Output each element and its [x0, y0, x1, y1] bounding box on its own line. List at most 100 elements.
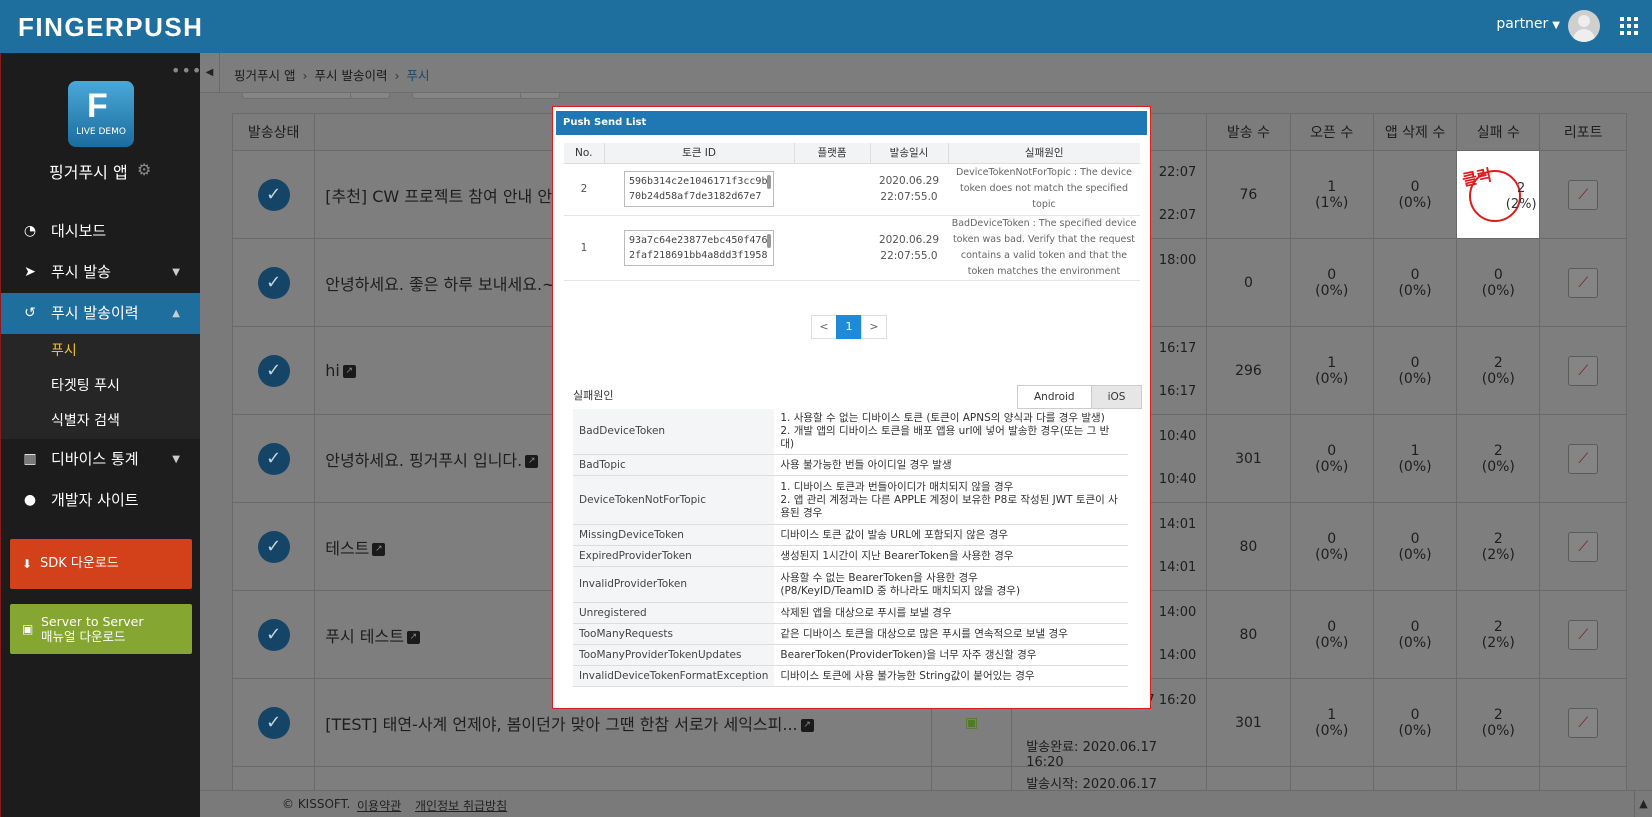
open-count: 1 (0%) — [1289, 678, 1374, 767]
chevron-up-icon: ▲ — [172, 308, 180, 319]
more-dots-icon[interactable]: ••• — [171, 61, 202, 80]
column-header: 실패 수 — [1456, 113, 1541, 151]
external-link-icon: ↗ — [342, 365, 356, 378]
filter-button[interactable] — [520, 93, 560, 99]
filter-input[interactable] — [242, 93, 352, 99]
fail-reason-description: 사용할 수 없는 BearerToken을 사용한 경우 (P8/KeyID/T… — [774, 566, 1128, 603]
breadcrumb-item[interactable]: 핑거푸시 앱 — [234, 68, 295, 83]
next-page-button[interactable]: > — [861, 315, 887, 339]
app-logo: F LIVE DEMO — [68, 81, 134, 147]
footer: © KISSOFT. 이용약관 개인정보 취급방침 ▲ — [200, 790, 1652, 817]
sidebar-item-dashboard[interactable]: ◔ 대시보드 — [1, 211, 200, 252]
fail-reason-description: 같은 디바이스 토큰을 대상으로 많은 푸시를 연속적으로 보낼 경우 — [774, 623, 1128, 645]
page-button-current[interactable]: 1 — [836, 315, 862, 339]
fail-reason-code: InvalidProviderToken — [573, 566, 775, 603]
fail-reason-description: 생성된지 1시간이 지난 BearerToken을 사용한 경우 — [774, 545, 1128, 567]
report-chart-icon[interactable]: ⟋ — [1568, 443, 1599, 474]
sidebar-item-developer[interactable]: ● 개발자 사이트 — [1, 480, 200, 521]
report-chart-icon[interactable]: ⟋ — [1568, 267, 1599, 298]
report-chart-icon[interactable]: ⟋ — [1568, 707, 1599, 738]
tab-android[interactable]: Android — [1017, 385, 1092, 409]
sent-count: 301 — [1206, 414, 1291, 503]
fail-reason-row: TooManyProviderTokenUpdates BearerToken(P… — [573, 644, 1128, 666]
avatar[interactable] — [1568, 10, 1600, 42]
delete-count: 0 (0%) — [1372, 150, 1458, 239]
table-row: 2 596b314c2e1046171f3cc9b70b24d58af7de31… — [564, 163, 1140, 216]
fail-reason-row: BadDeviceToken 1. 사용할 수 없는 디바이스 토큰 (토큰이 A… — [573, 409, 1128, 455]
sdk-download-button[interactable]: ⬇ SDK 다운로드 — [10, 539, 192, 589]
breadcrumb-current: 푸시 — [406, 68, 430, 83]
save-icon: ▣ — [22, 622, 34, 636]
fail-reason-row: DeviceTokenNotForTopic 1. 디바이스 토큰과 번들아이디가… — [573, 475, 1128, 525]
pagination: < 1 > — [811, 315, 887, 339]
apps-grid-icon[interactable] — [1620, 17, 1638, 35]
user-menu[interactable]: partner ▼ — [1496, 16, 1560, 32]
fail-count-cell[interactable]: 클릭 2 (2%) — [1456, 150, 1541, 239]
send-datetime: 2020.06.29 22:07:55.0 — [870, 215, 948, 281]
brand-logo[interactable]: FINGERPUSH — [18, 12, 203, 43]
sidebar-item-label: 푸시 발송이력 — [51, 304, 139, 322]
table-row[interactable]: 발송시작: 2020.06.17 16:20 — [231, 766, 1627, 790]
prev-page-button[interactable]: < — [811, 315, 837, 339]
privacy-link[interactable]: 개인정보 취급방침 — [415, 797, 507, 814]
column-header: No. — [564, 143, 604, 164]
row-number: 1 — [564, 215, 604, 281]
fail-reason-code: TooManyRequests — [573, 623, 775, 645]
check-icon: ✓ — [257, 178, 290, 211]
fail-count[interactable]: 0 (0%) — [1456, 238, 1541, 327]
table-header: No. 토큰 ID 플랫폼 발송일시 실패원인 — [564, 143, 1140, 164]
open-count: 0 (0%) — [1289, 590, 1374, 679]
token-id-field[interactable]: 596b314c2e1046171f3cc9b70b24d58af7de3182… — [624, 171, 774, 207]
push-send-table: No. 토큰 ID 플랫폼 발송일시 실패원인 2 596b314c2e1046… — [564, 143, 1140, 281]
sidebar-item-push-send[interactable]: ➤ 푸시 발송 ▼ — [1, 252, 200, 293]
report-chart-icon[interactable]: ⟋ — [1568, 531, 1599, 562]
fail-reason-code: MissingDeviceToken — [573, 524, 775, 546]
fail-reason-code: InvalidDeviceTokenFormatException — [573, 665, 775, 687]
fail-count[interactable]: 2 (0%) — [1456, 326, 1541, 415]
token-id-field[interactable]: 93a7c64e23877ebc450f4762faf218691bb4a8dd… — [624, 229, 774, 266]
fail-count[interactable]: 2 (0%) — [1456, 678, 1541, 767]
sidebar-item-device-stats[interactable]: ▥ 디바이스 통계 ▼ — [1, 439, 200, 480]
sidebar-subitem-push[interactable]: 푸시 — [1, 334, 200, 369]
fail-reason-code: TooManyProviderTokenUpdates — [573, 644, 775, 666]
column-header: 플랫폼 — [793, 143, 870, 164]
check-icon: ✓ — [257, 266, 290, 299]
logo-label: LIVE DEMO — [76, 127, 126, 137]
fail-reason-description: 1. 사용할 수 없는 디바이스 토큰 (토큰이 APNS의 양식과 다를 경우… — [774, 409, 1128, 455]
sidebar-item-push-history[interactable]: ↺ 푸시 발송이력 ▲ — [1, 293, 200, 334]
sidebar-item-label: 푸시 발송 — [51, 263, 111, 281]
sidebar-subitem-identifier[interactable]: 식별자 검색 — [1, 404, 200, 439]
fail-count-value[interactable]: 2 (2%) — [1495, 181, 1547, 213]
breadcrumb: 핑거푸시 앱 › 푸시 발송이력 › 푸시 — [234, 68, 430, 83]
sidebar-item-label: 디바이스 통계 — [51, 450, 139, 468]
fail-count[interactable]: 2 (2%) — [1456, 590, 1541, 679]
fail-reason-row: InvalidDeviceTokenFormatException 디바이스 토큰… — [573, 665, 1128, 687]
terms-link[interactable]: 이용약관 — [357, 797, 401, 814]
gear-icon[interactable]: ⚙ — [137, 160, 151, 179]
column-header: 토큰 ID — [603, 143, 794, 164]
fail-count[interactable]: 2 (0%) — [1456, 414, 1541, 503]
fail-reason-description: 디바이스 토큰 값이 발송 URL에 포함되지 않은 경우 — [774, 524, 1128, 546]
caret-down-icon: ▼ — [1552, 20, 1560, 31]
send-complete-time: 발송완료: 2020.06.17 16:20 — [1026, 740, 1158, 770]
sidebar-subitem-targeting[interactable]: 타겟팅 푸시 — [1, 369, 200, 404]
report-chart-icon[interactable]: ⟋ — [1568, 355, 1599, 386]
column-header: 실패원인 — [947, 143, 1140, 164]
fail-count[interactable]: 2 (2%) — [1456, 502, 1541, 591]
sidebar-item-label: 개발자 사이트 — [51, 491, 139, 509]
scroll-top-icon[interactable]: ▲ — [1634, 791, 1652, 817]
report-chart-icon[interactable]: ⟋ — [1568, 179, 1599, 210]
filter-input[interactable] — [412, 93, 522, 99]
send-start-time: 발송시작: 2020.06.17 16:20 — [1026, 777, 1158, 790]
bar-chart-icon: ▥ — [23, 451, 37, 467]
row-number: 2 — [564, 163, 604, 216]
report-chart-icon[interactable]: ⟋ — [1568, 619, 1599, 650]
breadcrumb-item[interactable]: 푸시 발송이력 — [314, 68, 387, 83]
s2s-manual-download-button[interactable]: ▣ Server to Server 매뉴얼 다운로드 — [10, 604, 192, 654]
tab-ios[interactable]: iOS — [1090, 385, 1143, 409]
sent-count: 76 — [1206, 150, 1291, 239]
filter-button[interactable] — [350, 93, 390, 99]
sidebar-toggle-icon[interactable]: ◀ — [200, 53, 220, 93]
top-bar: FINGERPUSH partner ▼ — [0, 0, 1652, 53]
external-link-icon: ↗ — [406, 630, 420, 644]
